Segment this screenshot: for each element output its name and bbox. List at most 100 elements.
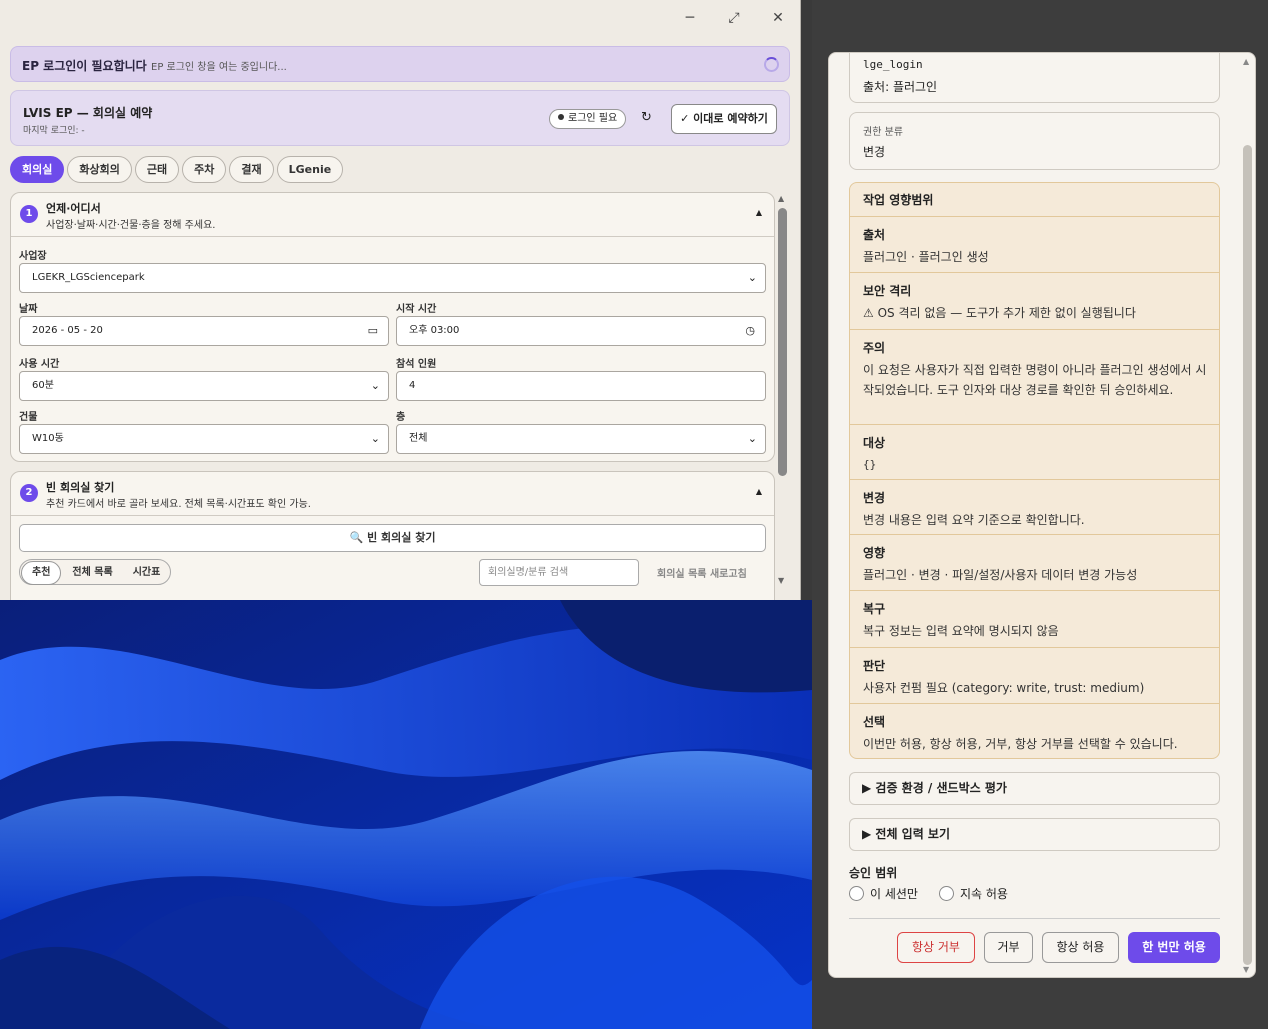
title-bar: ─ ⤢ ✕ <box>0 0 800 36</box>
section-header[interactable]: 1 언제·어디서 사업장·날짜·시간·건물·층을 정해 주세요. ▲ <box>11 193 774 237</box>
section-header[interactable]: 2 빈 회의실 찾기 추천 카드에서 바로 골라 보세요. 전체 목록·시간표도… <box>11 472 774 516</box>
impact-row-effect: 영향 플러그인 · 변경 · 파일/설정/사용자 데이터 변경 가능성 <box>850 535 1219 591</box>
view-mode-toggle: 추천 전체 목록 시간표 <box>19 559 172 586</box>
section-when-where: 1 언제·어디서 사업장·날짜·시간·건물·층을 정해 주세요. ▲ 사업장 L… <box>10 192 775 462</box>
banner-title: EP 로그인이 필요합니다 <box>22 59 147 73</box>
view-timetable[interactable]: 시간표 <box>123 562 171 586</box>
permission-category-value: 변경 <box>863 145 886 159</box>
impact-value: 플러그인 · 변경 · 파일/설정/사용자 데이터 변경 가능성 <box>863 568 1138 582</box>
impact-key: 출처 <box>863 228 886 242</box>
collapse-caret-icon[interactable]: ▲ <box>756 208 762 217</box>
impact-title: 작업 영향범위 <box>850 183 1219 217</box>
attendees-input[interactable]: 4 <box>396 371 766 401</box>
room-search-input[interactable]: 회의실명/분류 검색 <box>479 559 639 586</box>
dialog-scrollbar[interactable]: ▲ ▼ <box>1240 53 1255 977</box>
app-title: LVIS EP — 회의실 예약 <box>23 106 153 120</box>
loading-spinner-icon <box>764 57 779 72</box>
start-time-value: 오후 03:00 <box>409 325 460 336</box>
login-status-label: 로그인 필요 <box>568 113 618 124</box>
sandbox-eval-disclosure[interactable]: ▶ 검증 환경 / 샌드박스 평가 <box>849 772 1220 805</box>
date-value: 2026 - 05 - 20 <box>32 325 103 336</box>
minimize-button[interactable]: ─ <box>678 8 702 28</box>
impact-value: 사용자 컨펌 필요 (category: write, trust: mediu… <box>863 681 1145 695</box>
site-select[interactable]: LGEKR_LGSciencepark ⌄ <box>19 263 766 293</box>
tool-name: lge_login <box>863 58 923 71</box>
radio-circle-icon[interactable] <box>849 886 864 901</box>
radio-persistent[interactable]: 지속 허용 <box>939 885 1008 903</box>
tab-parking[interactable]: 주차 <box>182 156 227 183</box>
tab-meeting-room[interactable]: 회의실 <box>10 156 65 183</box>
impact-row-isolation: 보안 격리 ⚠ OS 격리 없음 — 도구가 추가 제한 없이 실행됩니다 <box>850 273 1219 330</box>
date-label: 날짜 <box>19 304 38 315</box>
deny-button[interactable]: 거부 <box>984 932 1033 963</box>
allow-once-button[interactable]: 한 번만 허용 <box>1128 932 1220 963</box>
floor-value: 전체 <box>409 433 428 444</box>
wallpaper-image <box>0 600 812 1029</box>
impact-key: 대상 <box>863 436 886 450</box>
reload-room-list-link[interactable]: 회의실 목록 새로고침 <box>657 565 747 580</box>
tool-source: 출처: 플러그인 <box>863 80 938 94</box>
scroll-down-arrow-icon[interactable]: ▼ <box>778 576 784 585</box>
chevron-down-icon: ⌄ <box>747 432 757 445</box>
section-subtitle: 사업장·날짜·시간·건물·층을 정해 주세요. <box>46 220 216 231</box>
impact-value: 플러그인 · 플러그인 생성 <box>863 250 989 264</box>
tab-attendance[interactable]: 근태 <box>134 156 180 183</box>
clock-icon[interactable]: ◷ <box>745 317 755 345</box>
radio-label: 지속 허용 <box>960 887 1008 901</box>
radio-circle-icon[interactable] <box>939 886 954 901</box>
impact-key: 변경 <box>863 491 886 505</box>
status-dot-icon <box>558 114 564 120</box>
impact-key: 복구 <box>863 602 886 616</box>
maximize-button[interactable]: ⤢ <box>722 8 746 28</box>
date-input[interactable]: 2026 - 05 - 20 ▭ <box>19 316 389 346</box>
impact-row-change: 변경 변경 내용은 입력 요약 기준으로 확인합니다. <box>850 480 1219 535</box>
desktop-wallpaper <box>0 600 812 1029</box>
impact-value: 이번만 허용, 항상 허용, 거부, 항상 거부를 선택할 수 있습니다. <box>863 737 1178 751</box>
section-title: 언제·어디서 <box>46 202 101 215</box>
impact-value: 복구 정보는 입력 요약에 명시되지 않음 <box>863 624 1059 638</box>
full-input-disclosure[interactable]: ▶ 전체 입력 보기 <box>849 818 1220 851</box>
find-empty-room-button[interactable]: 🔍 빈 회의실 찾기 <box>19 524 766 552</box>
tab-video-conference[interactable]: 화상회의 <box>67 156 132 183</box>
impact-value: ⚠ OS 격리 없음 — 도구가 추가 제한 없이 실행됩니다 <box>863 306 1136 320</box>
impact-row-source: 출처플러그인 · 플러그인 생성 <box>850 217 1219 273</box>
approval-scope-label: 승인 범위 <box>849 866 898 880</box>
view-recommend[interactable]: 추천 <box>21 561 62 585</box>
close-button[interactable]: ✕ <box>766 8 790 28</box>
radio-label: 이 세션만 <box>870 887 918 901</box>
collapse-caret-icon[interactable]: ▲ <box>756 487 762 496</box>
chevron-down-icon: ⌄ <box>370 379 380 392</box>
permission-category-box: 권한 분류 변경 <box>849 112 1220 170</box>
step-number: 2 <box>20 484 38 502</box>
header-card: LVIS EP — 회의실 예약 마지막 로그인: - 로그인 필요 ↻ ✓ 이… <box>10 90 790 146</box>
reserve-button[interactable]: ✓ 이대로 예약하기 <box>671 104 777 134</box>
scrollbar-thumb[interactable] <box>1243 145 1252 965</box>
scroll-up-arrow-icon[interactable]: ▲ <box>778 194 784 203</box>
vertical-scrollbar[interactable]: ▲ ▼ <box>776 192 790 592</box>
last-login-text: 마지막 로그인: - <box>23 126 85 136</box>
tab-lgenie[interactable]: LGenie <box>276 156 344 183</box>
start-time-input[interactable]: 오후 03:00 ◷ <box>396 316 766 346</box>
always-deny-button[interactable]: 항상 거부 <box>897 932 975 963</box>
impact-key: 주의 <box>863 341 886 355</box>
scrollbar-thumb[interactable] <box>778 208 787 476</box>
tab-approval[interactable]: 결재 <box>229 156 274 183</box>
impact-key: 보안 격리 <box>863 284 912 298</box>
duration-select[interactable]: 60분 ⌄ <box>19 371 389 401</box>
divider <box>849 918 1220 919</box>
building-select[interactable]: W10동 ⌄ <box>19 424 389 454</box>
scroll-up-arrow-icon[interactable]: ▲ <box>1243 57 1249 66</box>
building-label: 건물 <box>19 412 38 423</box>
calendar-icon[interactable]: ▭ <box>368 317 378 345</box>
reservation-window: ─ ⤢ ✕ EP 로그인이 필요합니다 EP 로그인 창을 여는 중입니다...… <box>0 0 801 600</box>
attendees-label: 참석 인원 <box>396 359 437 370</box>
duration-value: 60분 <box>32 380 54 391</box>
floor-select[interactable]: 전체 ⌄ <box>396 424 766 454</box>
always-allow-button[interactable]: 항상 허용 <box>1042 932 1119 963</box>
impact-scope-panel: 작업 영향범위 출처플러그인 · 플러그인 생성 보안 격리 ⚠ OS 격리 없음… <box>849 182 1220 759</box>
impact-row-recovery: 복구복구 정보는 입력 요약에 명시되지 않음 <box>850 591 1219 648</box>
refresh-icon[interactable]: ↻ <box>641 110 652 125</box>
radio-session-only[interactable]: 이 세션만 <box>849 885 918 903</box>
scroll-down-arrow-icon[interactable]: ▼ <box>1243 965 1249 974</box>
view-full-list[interactable]: 전체 목록 <box>62 562 122 586</box>
